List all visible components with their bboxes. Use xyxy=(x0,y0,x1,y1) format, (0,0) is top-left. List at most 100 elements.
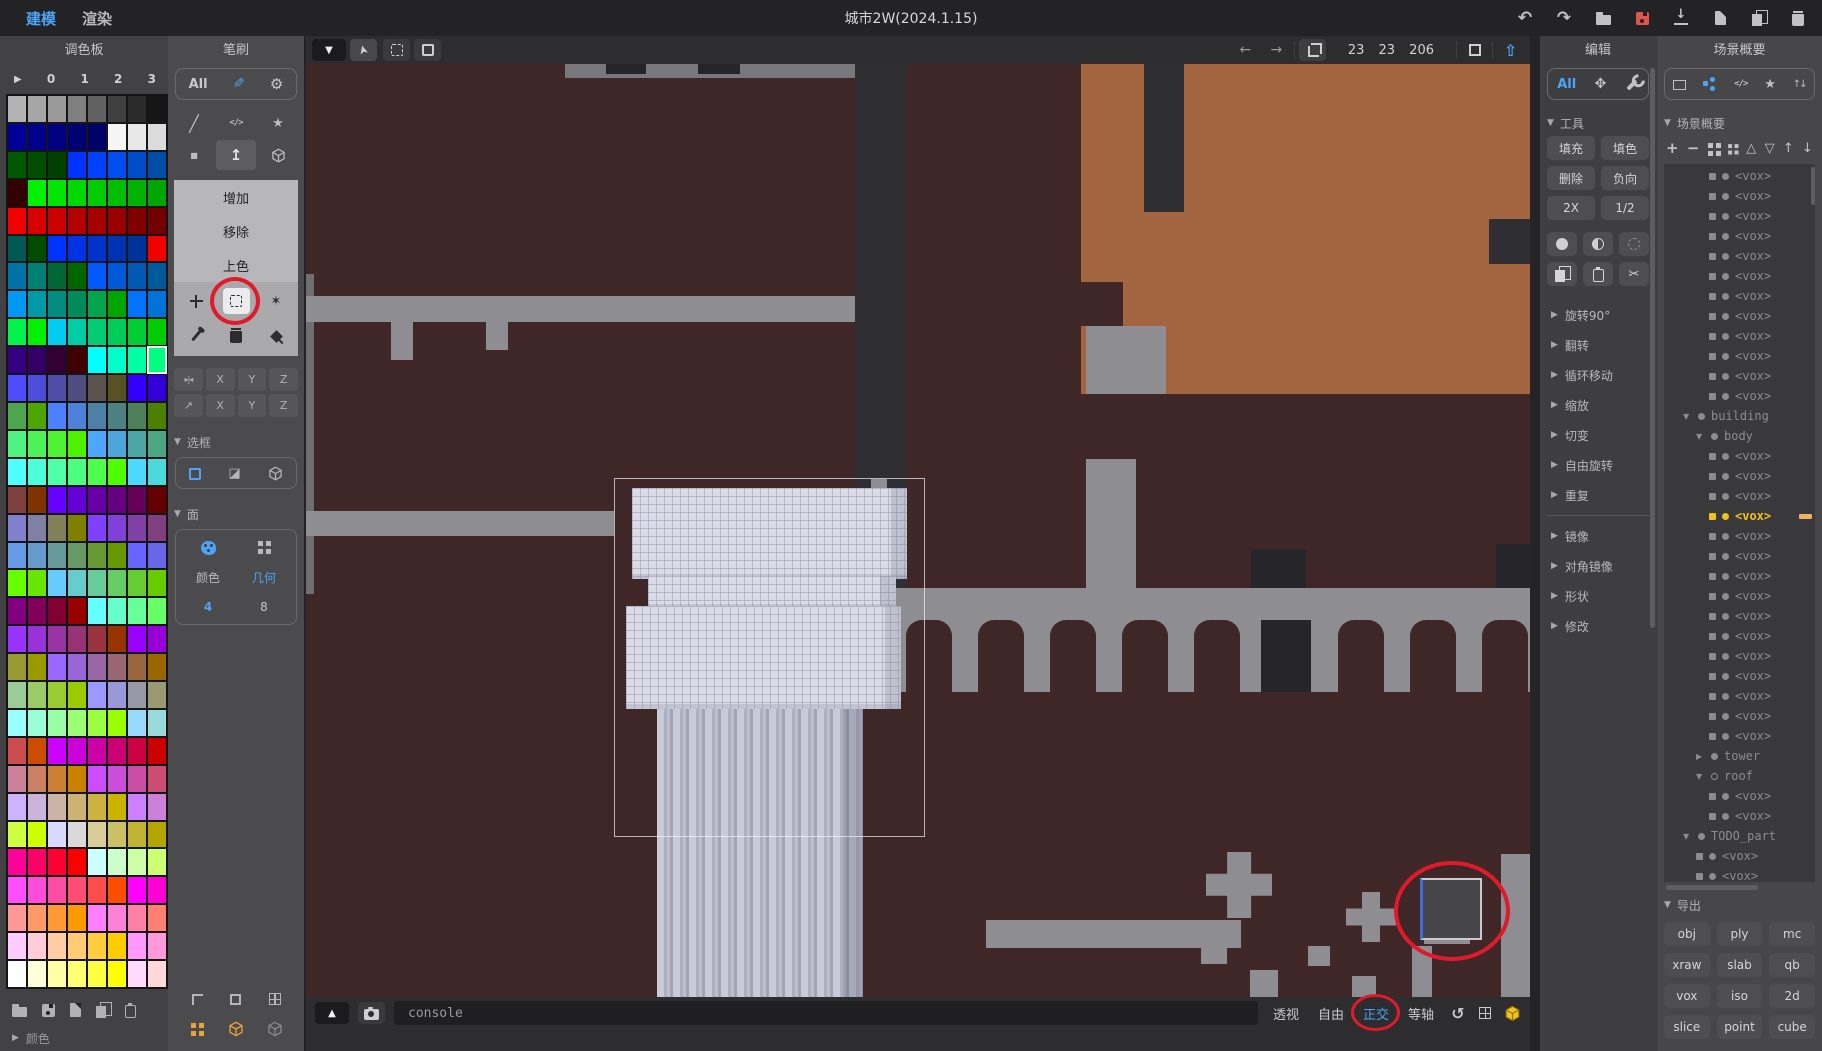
visibility-dot-icon[interactable] xyxy=(1722,653,1729,660)
palette-swatch[interactable] xyxy=(8,319,26,345)
model-square-icon[interactable] xyxy=(1709,793,1716,800)
palette-swatch[interactable] xyxy=(88,682,106,708)
palette-swatch[interactable] xyxy=(8,738,26,764)
tree-scrollbar[interactable] xyxy=(1811,167,1815,205)
tree-expander-icon[interactable]: ▶ xyxy=(1696,752,1705,761)
palette-swatch[interactable] xyxy=(148,822,166,848)
palette-swatch[interactable] xyxy=(148,598,166,624)
palette-swatch[interactable] xyxy=(108,822,126,848)
palette-open-icon[interactable] xyxy=(12,1000,27,1019)
ground-cube-icon[interactable] xyxy=(1503,1004,1521,1022)
visibility-dot-icon[interactable] xyxy=(1722,573,1729,580)
scene-canvas[interactable] xyxy=(306,64,1530,997)
undo-icon[interactable] xyxy=(1517,10,1533,26)
palette-swatch[interactable] xyxy=(8,403,26,429)
palette-swatch[interactable] xyxy=(8,180,26,206)
history-forward-button[interactable] xyxy=(1263,39,1290,61)
palette-swatch[interactable] xyxy=(108,598,126,624)
palette-swatch[interactable] xyxy=(88,933,106,959)
palette-swatch[interactable] xyxy=(88,319,106,345)
palette-swatch[interactable] xyxy=(8,654,26,680)
palette-swatch[interactable] xyxy=(148,933,166,959)
move-tool-button[interactable] xyxy=(176,287,216,315)
palette-swatch[interactable] xyxy=(108,124,126,150)
add-node-icon[interactable] xyxy=(1666,139,1679,157)
model-square-icon[interactable] xyxy=(1709,193,1716,200)
palette-swatch[interactable] xyxy=(8,124,26,150)
model-square-icon[interactable] xyxy=(1709,373,1716,380)
tree-node-TODO_part[interactable]: ▼TODO_part xyxy=(1664,826,1815,846)
visibility-dot-icon[interactable] xyxy=(1722,533,1729,540)
palette-swatch[interactable] xyxy=(88,766,106,792)
open-folder-icon[interactable] xyxy=(1595,10,1611,26)
palette-swatch[interactable] xyxy=(68,208,86,234)
palette-swatch[interactable] xyxy=(8,263,26,289)
corner-view-icon[interactable] xyxy=(178,989,217,1009)
selection-marquee-icon[interactable] xyxy=(189,464,201,483)
palette-swatch[interactable] xyxy=(108,236,126,262)
palette-swatch[interactable] xyxy=(8,877,26,903)
viewport-menu-dropdown[interactable] xyxy=(312,39,346,61)
palette-swatch[interactable] xyxy=(8,794,26,820)
palette-swatch[interactable] xyxy=(68,654,86,680)
model-square-icon[interactable] xyxy=(1709,213,1716,220)
box-brush-button[interactable] xyxy=(258,140,298,170)
palette-swatch[interactable] xyxy=(68,682,86,708)
move-up-tri-icon[interactable] xyxy=(1746,141,1756,156)
face-section-header[interactable]: 面 xyxy=(174,501,298,527)
palette-swatch[interactable] xyxy=(108,654,126,680)
tree-node-vox[interactable]: <vox> xyxy=(1664,306,1815,326)
palette-swatch[interactable] xyxy=(88,822,106,848)
palette-swatch[interactable] xyxy=(48,822,66,848)
palette-swatch[interactable] xyxy=(28,543,46,569)
palette-swatch[interactable] xyxy=(48,347,66,373)
palette-swatch[interactable] xyxy=(68,766,86,792)
model-square-icon[interactable] xyxy=(1696,853,1703,860)
model-square-icon[interactable] xyxy=(1709,573,1716,580)
palette-swatch[interactable] xyxy=(48,626,66,652)
palette-swatch[interactable] xyxy=(68,738,86,764)
brush-filter-all[interactable]: All xyxy=(189,77,208,92)
palette-swatch[interactable] xyxy=(28,487,46,513)
tree-node-vox[interactable]: <vox> xyxy=(1664,206,1815,226)
model-square-icon[interactable] xyxy=(1696,873,1703,880)
palette-play-icon[interactable] xyxy=(14,74,22,85)
palette-swatch[interactable] xyxy=(88,515,106,541)
paste-button[interactable] xyxy=(1583,262,1613,286)
edit-scrollbar[interactable] xyxy=(1650,68,1655,628)
palette-swatch[interactable] xyxy=(88,208,106,234)
palette-paste-icon[interactable] xyxy=(125,1000,136,1019)
paint-bucket-tool-button[interactable] xyxy=(256,321,296,349)
view-mode-等轴[interactable]: 等轴 xyxy=(1408,1004,1434,1023)
palette-swatch[interactable] xyxy=(28,598,46,624)
palette-swatch[interactable] xyxy=(128,710,146,736)
tree-node-vox[interactable]: <vox> xyxy=(1664,646,1815,666)
export-iso-button[interactable]: iso xyxy=(1717,984,1763,1008)
palette-swatch[interactable] xyxy=(88,347,106,373)
palette-swatch[interactable] xyxy=(48,877,66,903)
edit-expander-缩放[interactable]: ▶缩放 xyxy=(1547,390,1649,420)
palette-swatch[interactable] xyxy=(128,570,146,596)
palette-swatch[interactable] xyxy=(48,654,66,680)
tree-node-vox[interactable]: <vox> xyxy=(1664,266,1815,286)
palette-swatch[interactable] xyxy=(28,794,46,820)
palette-swatch[interactable] xyxy=(148,152,166,178)
palette-swatch[interactable] xyxy=(148,124,166,150)
palette-tab-1[interactable]: 1 xyxy=(80,72,88,86)
redo-icon[interactable] xyxy=(1556,10,1572,26)
visibility-dot-icon[interactable] xyxy=(1698,413,1705,420)
palette-swatch[interactable] xyxy=(128,403,146,429)
model-square-icon[interactable] xyxy=(1709,273,1716,280)
palette-swatch[interactable] xyxy=(28,961,46,987)
palette-swatch[interactable] xyxy=(88,375,106,401)
palette-swatch[interactable] xyxy=(88,291,106,317)
palette-swatch[interactable] xyxy=(88,738,106,764)
face-color-icon[interactable] xyxy=(201,540,216,555)
tree-node-vox[interactable]: <vox> xyxy=(1664,486,1815,506)
palette-swatch[interactable] xyxy=(128,208,146,234)
model-square-icon[interactable] xyxy=(1709,613,1716,620)
palette-swatch[interactable] xyxy=(68,319,86,345)
model-square-icon[interactable] xyxy=(1709,493,1716,500)
mirror-x-button[interactable]: X xyxy=(206,368,235,391)
transform-icon[interactable] xyxy=(1595,76,1607,92)
